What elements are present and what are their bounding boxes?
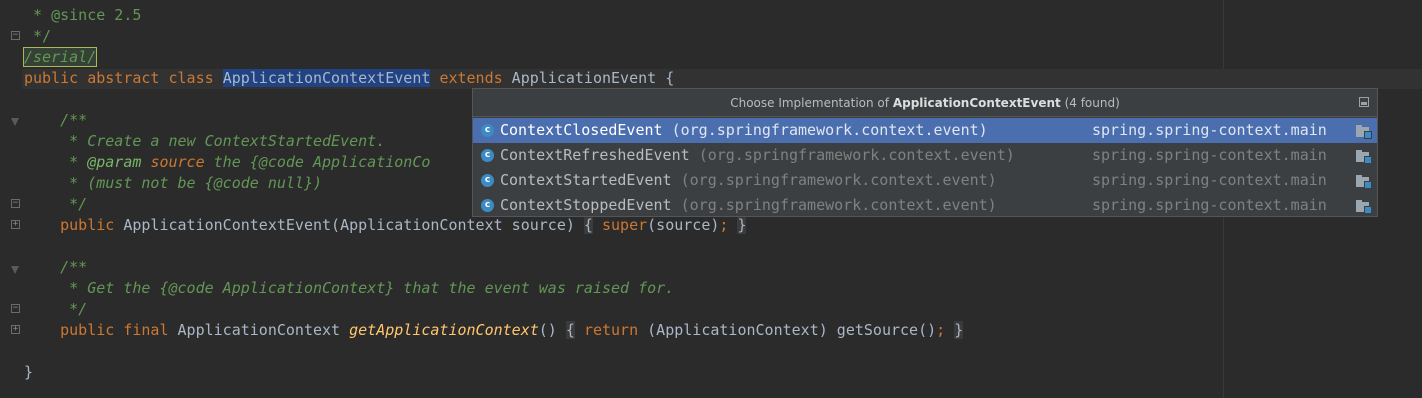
class-icon: c <box>481 199 494 212</box>
fold-marker-icon[interactable] <box>11 266 20 274</box>
fold-collapse-icon[interactable]: − <box>11 31 20 40</box>
popup-title-count: (4 found) <box>1060 96 1120 110</box>
code-line-javadoc-close: */ <box>24 195 88 213</box>
implementation-module: spring.spring-context.main <box>1092 171 1327 189</box>
code-line-javadoc-open: /** <box>24 258 88 276</box>
code-line-javadoc-close: */ <box>24 300 88 318</box>
implementation-item[interactable]: c ContextStoppedEvent (org.springframewo… <box>473 193 1377 218</box>
implementation-class-name: ContextRefreshedEvent <box>500 146 690 164</box>
implementation-class-name: ContextClosedEvent <box>500 121 663 139</box>
class-icon: c <box>481 149 494 162</box>
semicolon: ; <box>936 321 946 339</box>
keyword-abstract: abstract <box>87 69 160 87</box>
open-in-find-window-icon[interactable] <box>1359 97 1369 107</box>
implementation-package: (org.springframework.context.event) <box>698 146 1015 164</box>
module-folder-icon <box>1356 125 1372 139</box>
folded-brace-close[interactable]: } <box>954 321 964 339</box>
code-line-constructor: public ApplicationContextEvent(Applicati… <box>24 215 747 236</box>
class-icon: c <box>481 174 494 187</box>
popup-title-prefix: Choose Implementation of <box>730 96 893 110</box>
folded-brace-close[interactable]: } <box>737 216 747 234</box>
code-line-javadoc-text: * Get the {@code ApplicationContext} tha… <box>24 279 675 297</box>
implementation-item[interactable]: c ContextClosedEvent (org.springframewor… <box>473 118 1377 143</box>
implementation-package: (org.springframework.context.event) <box>680 196 997 214</box>
class-icon: c <box>481 124 494 137</box>
popup-title: Choose Implementation of ApplicationCont… <box>473 89 1377 117</box>
selected-class-name[interactable]: ApplicationContextEvent <box>222 69 431 87</box>
code-line-javadoc-text: * (must not be {@code null}) <box>24 174 323 192</box>
code-line-since: * @since 2.5 <box>24 6 142 24</box>
keyword-final: final <box>123 321 169 339</box>
fold-expand-icon[interactable]: + <box>11 325 20 334</box>
keyword-extends: extends <box>439 69 503 87</box>
superclass-name: ApplicationEvent { <box>502 69 675 87</box>
implementation-item[interactable]: c ContextRefreshedEvent (org.springframe… <box>473 143 1377 168</box>
code-line-javadoc-open: /** <box>24 111 88 129</box>
fold-expand-icon[interactable]: + <box>11 220 20 229</box>
javadoc-param-name: source <box>150 153 205 171</box>
method-parens: () <box>538 321 557 339</box>
keyword-super: super <box>601 216 648 234</box>
return-type: ApplicationContext <box>168 321 350 339</box>
implementation-class-name: ContextStartedEvent <box>500 171 672 189</box>
implementation-package: (org.springframework.context.event) <box>680 171 997 189</box>
method-body: (ApplicationContext) getSource() <box>638 321 937 339</box>
implementation-module: spring.spring-context.main <box>1092 146 1327 164</box>
javadoc-prefix: * <box>24 153 88 171</box>
keyword-public: public <box>60 321 115 339</box>
keyword-class: class <box>168 69 214 87</box>
constructor-body: (source) <box>647 216 720 234</box>
serial-folded-region[interactable]: /serial/ <box>22 47 98 67</box>
implementation-module: spring.spring-context.main <box>1092 196 1327 214</box>
code-line-javadoc-param: * @param source the {@code ApplicationCo <box>24 152 430 173</box>
code-line-class-close: } <box>24 363 34 381</box>
editor-gutter: − − + − + <box>0 0 22 398</box>
keyword-public: public <box>24 69 79 87</box>
fold-collapse-icon[interactable]: − <box>11 199 20 208</box>
code-line-serial: /serial/ <box>22 47 98 68</box>
code-line-comment-end: */ <box>24 27 52 45</box>
implementation-module: spring.spring-context.main <box>1092 121 1327 139</box>
keyword-public: public <box>60 216 115 234</box>
fold-collapse-icon[interactable]: − <box>11 304 20 313</box>
implementation-list: c ContextClosedEvent (org.springframewor… <box>473 118 1377 218</box>
choose-implementation-popup[interactable]: Choose Implementation of ApplicationCont… <box>472 88 1378 217</box>
code-line-class-declaration: public abstract class ApplicationContext… <box>24 68 674 89</box>
fold-marker-icon[interactable] <box>11 118 20 126</box>
code-editor[interactable]: − − + − + * @since 2.5 */ /serial/ publi… <box>0 0 1422 398</box>
popup-title-class: ApplicationContextEvent <box>892 96 1061 110</box>
implementation-item[interactable]: c ContextStartedEvent (org.springframewo… <box>473 168 1377 193</box>
javadoc-param-desc: the {@code ApplicationCo <box>204 153 431 171</box>
implementation-package: (org.springframework.context.event) <box>671 121 988 139</box>
module-folder-icon <box>1356 150 1372 164</box>
implementation-class-name: ContextStoppedEvent <box>500 196 672 214</box>
folded-brace-open[interactable]: { <box>565 321 575 339</box>
javadoc-param-tag: @param <box>87 153 142 171</box>
folded-brace-open[interactable]: { <box>583 216 593 234</box>
code-line-javadoc-text: * Create a new ContextStartedEvent. <box>24 132 386 150</box>
module-folder-icon <box>1356 175 1372 189</box>
keyword-return: return <box>583 321 639 339</box>
module-folder-icon <box>1356 200 1372 214</box>
